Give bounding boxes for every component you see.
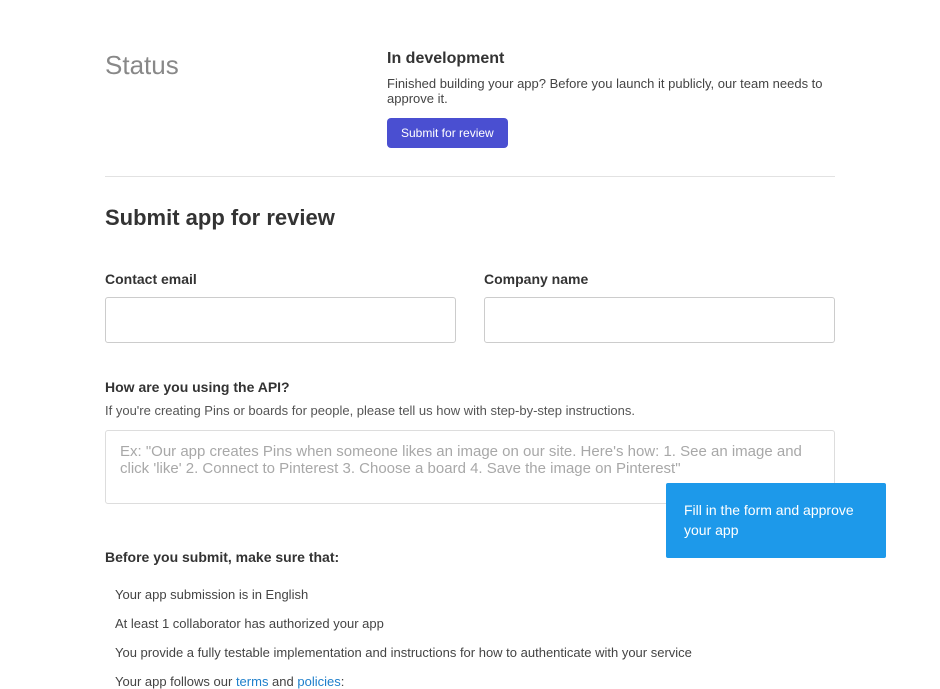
checklist-text: : [341,674,345,689]
contact-email-input[interactable] [105,297,456,343]
company-name-label: Company name [484,271,835,287]
status-description: Finished building your app? Before you l… [387,76,835,106]
checklist-item: Your app follows our terms and policies: [115,674,835,689]
status-label: Status [105,50,387,81]
status-title: In development [387,50,835,68]
checklist-item: At least 1 collaborator has authorized y… [115,616,835,631]
contact-email-label: Contact email [105,271,456,287]
policies-link[interactable]: policies [297,674,340,689]
submit-for-review-button[interactable]: Submit for review [387,118,508,148]
instruction-tooltip: Fill in the form and approve your app [666,483,886,558]
company-name-input[interactable] [484,297,835,343]
checklist-item: You provide a fully testable implementat… [115,645,835,660]
form-heading: Submit app for review [105,205,835,231]
terms-link[interactable]: terms [236,674,269,689]
checklist: Your app submission is in English At lea… [105,587,835,689]
checklist-text: and [268,674,297,689]
status-section: Status In development Finished building … [105,50,835,148]
section-divider [105,176,835,177]
checklist-item: Your app submission is in English [115,587,835,602]
checklist-text: Your app follows our [115,674,236,689]
api-usage-description: If you're creating Pins or boards for pe… [105,403,835,418]
api-usage-label: How are you using the API? [105,379,835,395]
tooltip-text: Fill in the form and approve your app [684,502,854,538]
